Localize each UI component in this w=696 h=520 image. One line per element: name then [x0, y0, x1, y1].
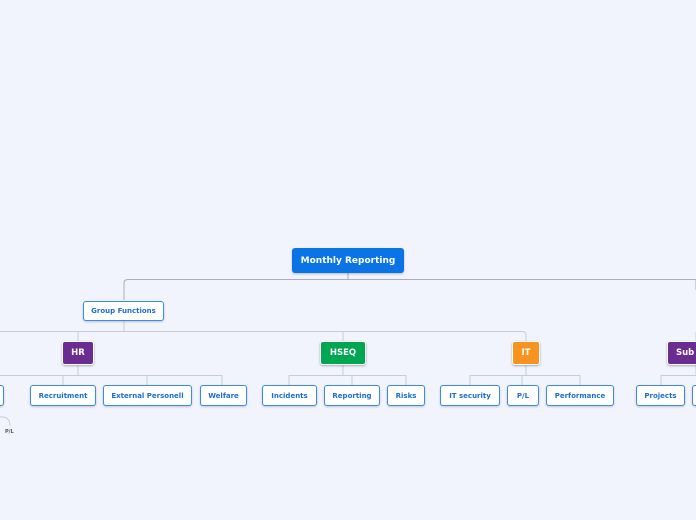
node-recruitment[interactable]: Recruitment [30, 385, 96, 406]
node-incidents[interactable]: Incidents [262, 385, 317, 406]
node-reporting[interactable]: Reporting [324, 385, 380, 406]
node-external-personell[interactable]: External Personell [103, 385, 192, 406]
node-it-security[interactable]: IT security [440, 385, 500, 406]
subtopic-pl-label[interactable]: P/L [5, 429, 14, 435]
node-sub[interactable]: Sub [667, 341, 696, 365]
node-group-functions[interactable]: Group Functions [83, 301, 164, 321]
node-hr[interactable]: HR [62, 341, 94, 365]
node-hseq[interactable]: HSEQ [320, 341, 366, 365]
node-partial-right[interactable] [692, 385, 696, 406]
node-pl[interactable]: P/L [507, 385, 539, 406]
root-node-monthly-reporting[interactable]: Monthly Reporting [292, 248, 404, 273]
node-welfare[interactable]: Welfare [200, 385, 247, 406]
node-risks[interactable]: Risks [387, 385, 425, 406]
node-partial-left[interactable] [0, 385, 4, 406]
node-projects[interactable]: Projects [636, 385, 685, 406]
node-it[interactable]: IT [512, 341, 540, 365]
node-performance[interactable]: Performance [546, 385, 614, 406]
